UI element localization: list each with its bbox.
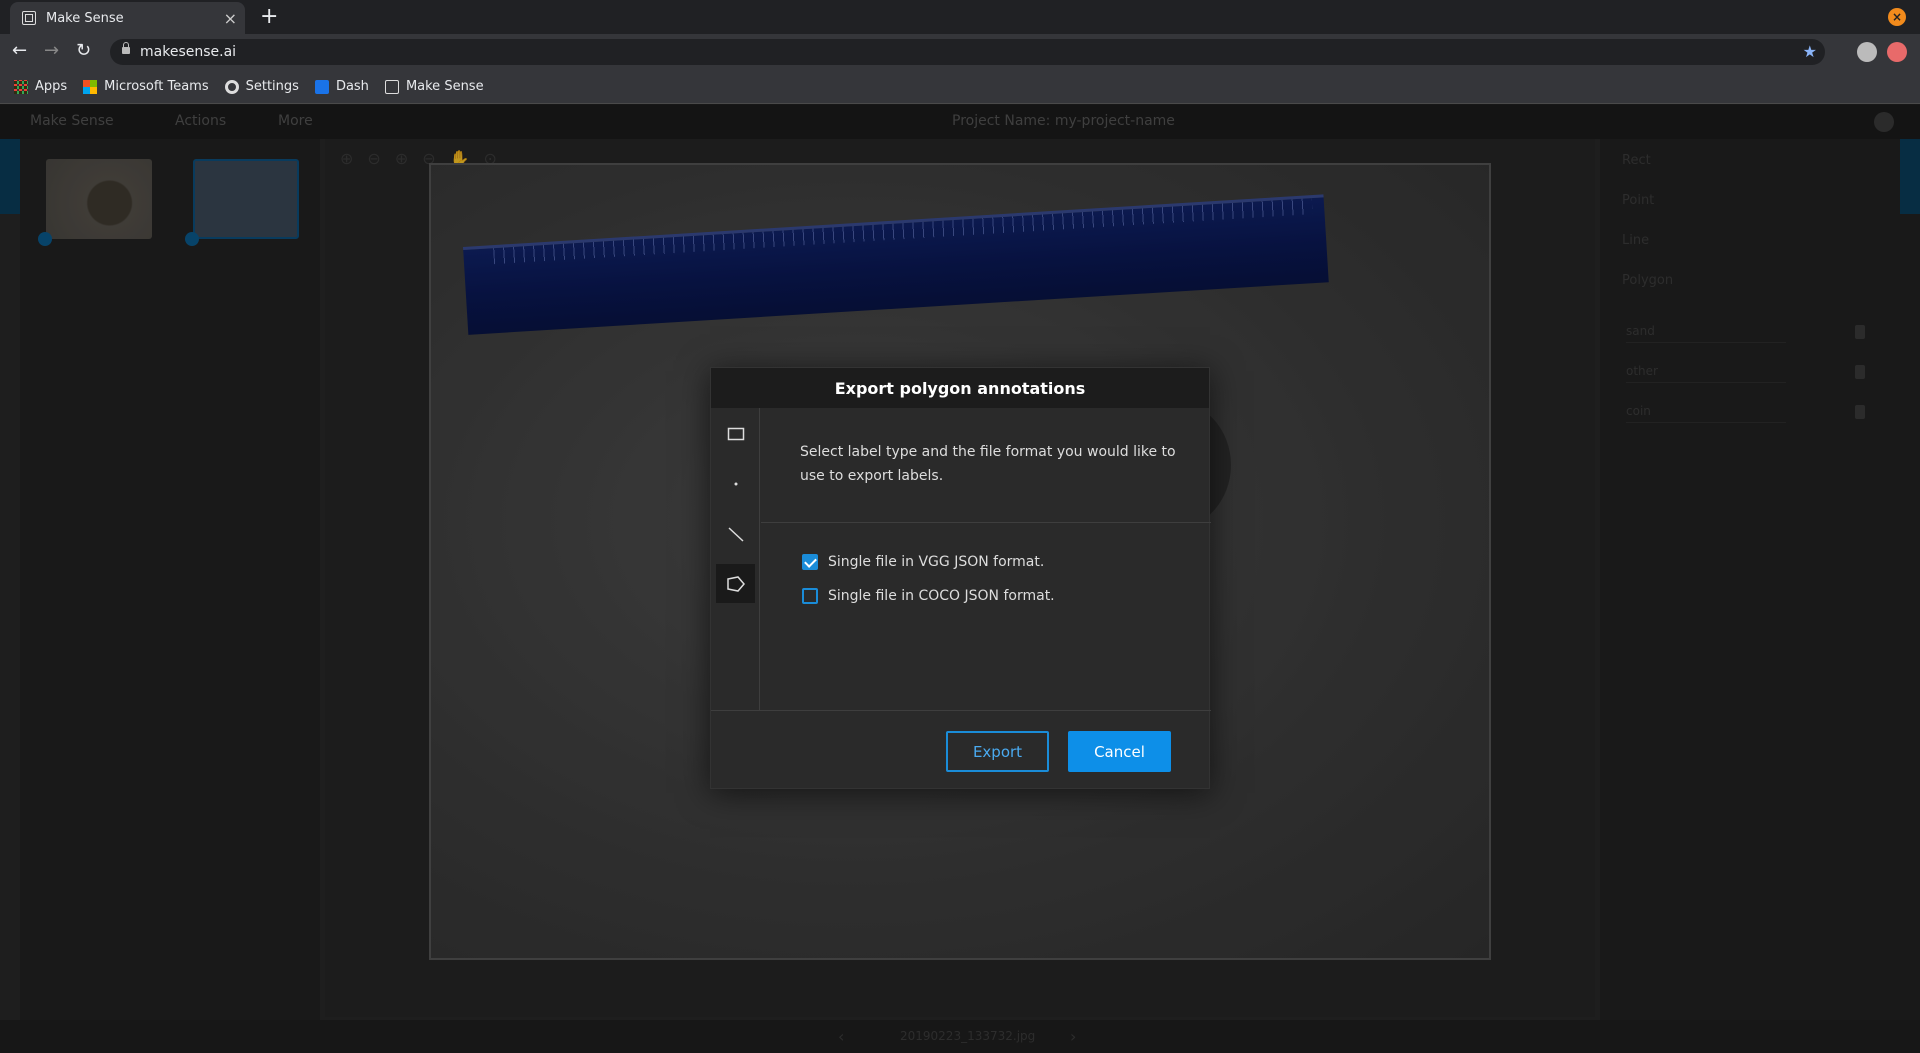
microsoft-logo-icon (83, 79, 98, 94)
extension-icon[interactable] (1887, 42, 1907, 62)
browser-tab-strip: Make Sense × + × (0, 0, 1920, 34)
browser-tab[interactable]: Make Sense × (10, 2, 245, 34)
bookmark-make-sense[interactable]: Make Sense (384, 79, 484, 94)
window-close-icon[interactable]: × (1888, 8, 1906, 26)
rect-label-type-button[interactable] (716, 414, 755, 453)
bookmark-apps[interactable]: Apps (14, 79, 67, 94)
point-icon (734, 482, 737, 485)
gear-icon (224, 79, 239, 94)
checkbox-unchecked-icon[interactable] (802, 588, 818, 604)
label-type-selector (711, 408, 760, 710)
tab-title: Make Sense (46, 10, 124, 26)
browser-toolbar: ← → ↻ makesense.ai ★ (0, 34, 1920, 70)
point-label-type-button[interactable] (716, 464, 755, 503)
bookmarks-bar: Apps Microsoft Teams Settings Dash Make … (0, 70, 1920, 104)
forward-arrow-icon[interactable]: → (44, 40, 59, 61)
modal-body: Select label type and the file format yo… (711, 408, 1211, 710)
make-sense-favicon-icon (22, 11, 36, 25)
tab-close-icon[interactable]: × (224, 9, 237, 28)
line-icon (727, 526, 744, 542)
rectangle-icon (727, 427, 744, 440)
address-bar[interactable]: makesense.ai ★ (110, 39, 1825, 65)
divider (761, 522, 1211, 523)
export-modal: Export polygon annotations Select label … (710, 367, 1211, 790)
modal-title: Export polygon annotations (711, 368, 1209, 408)
back-arrow-icon[interactable]: ← (12, 40, 27, 61)
make-sense-favicon-icon (384, 79, 399, 94)
apps-grid-icon (14, 79, 28, 94)
bookmark-microsoft-teams[interactable]: Microsoft Teams (83, 79, 209, 94)
bookmark-dash[interactable]: Dash (314, 79, 369, 94)
dash-chart-icon (314, 79, 329, 94)
vgg-json-option[interactable]: Single file in VGG JSON format. (802, 554, 1044, 570)
option-label: Single file in VGG JSON format. (828, 554, 1045, 570)
bookmark-star-icon[interactable]: ★ (1803, 39, 1817, 65)
checkbox-checked-icon[interactable] (802, 554, 818, 570)
line-label-type-button[interactable] (716, 514, 755, 553)
url-text: makesense.ai (140, 44, 237, 60)
profile-avatar-icon[interactable] (1857, 42, 1877, 62)
coco-json-option[interactable]: Single file in COCO JSON format. (802, 588, 1055, 604)
new-tab-button[interactable]: + (260, 4, 278, 29)
option-label: Single file in COCO JSON format. (828, 588, 1055, 604)
bookmark-settings[interactable]: Settings (224, 79, 299, 94)
modal-footer: Export Cancel (711, 710, 1211, 790)
export-button[interactable]: Export (946, 731, 1049, 772)
polygon-icon (726, 575, 745, 592)
cancel-button[interactable]: Cancel (1068, 731, 1171, 772)
lock-icon (122, 42, 130, 54)
reload-icon[interactable]: ↻ (76, 40, 91, 61)
polygon-label-type-button[interactable] (716, 564, 755, 603)
modal-description: Select label type and the file format yo… (800, 444, 1176, 484)
